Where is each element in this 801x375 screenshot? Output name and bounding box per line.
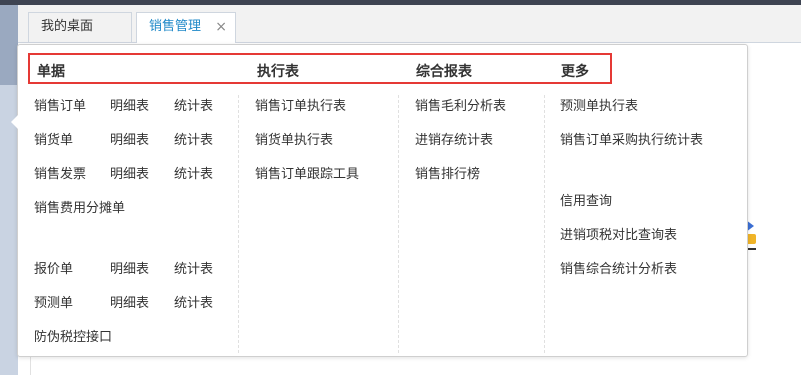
column-divider — [238, 95, 239, 353]
sales-dropdown-menu: 单据 执行表 综合报表 更多 销售订单 明细表 统计表 销货单 明细表 统计表 … — [11, 44, 748, 357]
menu-item-sales-order-execution[interactable]: 销售订单执行表 — [255, 95, 346, 114]
column-divider — [398, 95, 399, 353]
left-sidebar-strip — [0, 5, 18, 375]
menu-item-sales-order[interactable]: 销售订单 — [34, 95, 86, 114]
header-more: 更多 — [561, 64, 589, 80]
header-highlight-box — [28, 53, 612, 84]
menu-item-order-tracking-tool[interactable]: 销售订单跟踪工具 — [255, 163, 359, 182]
header-documents: 单据 — [37, 64, 65, 80]
column-divider — [544, 95, 545, 353]
menu-item-expense-allocation[interactable]: 销售费用分摊单 — [34, 197, 125, 216]
menu-item-sales-invoice[interactable]: 销售发票 — [34, 163, 86, 182]
menu-item-sales-invoice-stats[interactable]: 统计表 — [174, 163, 213, 182]
sidebar-dark-block — [0, 5, 18, 85]
menu-item-forecast-execution[interactable]: 预测单执行表 — [560, 95, 638, 114]
menu-item-sales-order-stats[interactable]: 统计表 — [174, 95, 213, 114]
header-reports: 综合报表 — [416, 64, 472, 80]
tab-bar: 我的桌面 销售管理 × — [18, 5, 801, 43]
tab-my-desktop[interactable]: 我的桌面 — [28, 12, 132, 42]
menu-item-tax-comparison[interactable]: 进销项税对比查询表 — [560, 224, 677, 243]
menu-item-delivery-execution[interactable]: 销货单执行表 — [255, 129, 333, 148]
menu-item-sales-delivery[interactable]: 销货单 — [34, 129, 73, 148]
tab-sales-management[interactable]: 销售管理 × — [136, 12, 236, 43]
menu-item-order-purchase-execution[interactable]: 销售订单采购执行统计表 — [560, 129, 703, 148]
tab-label: 销售管理 — [149, 19, 202, 34]
menu-item-sales-delivery-stats[interactable]: 统计表 — [174, 129, 213, 148]
menu-item-sales-order-detail[interactable]: 明细表 — [110, 95, 149, 114]
menu-item-forecast-stats[interactable]: 统计表 — [174, 292, 213, 311]
close-icon[interactable]: × — [215, 13, 227, 41]
menu-pointer-arrow — [11, 115, 18, 129]
menu-item-anti-counterfeit[interactable]: 防伪税控接口 — [34, 326, 112, 345]
header-execution: 执行表 — [257, 64, 299, 80]
menu-item-quotation[interactable]: 报价单 — [34, 258, 73, 277]
menu-item-sales-ranking[interactable]: 销售排行榜 — [415, 163, 480, 182]
menu-item-inventory-stats[interactable]: 进销存统计表 — [415, 129, 493, 148]
menu-item-quotation-stats[interactable]: 统计表 — [174, 258, 213, 277]
menu-item-quotation-detail[interactable]: 明细表 — [110, 258, 149, 277]
menu-item-forecast-detail[interactable]: 明细表 — [110, 292, 149, 311]
menu-item-gross-profit-analysis[interactable]: 销售毛利分析表 — [415, 95, 506, 114]
menu-item-credit-query[interactable]: 信用查询 — [560, 190, 612, 209]
menu-item-sales-delivery-detail[interactable]: 明细表 — [110, 129, 149, 148]
menu-item-sales-invoice-detail[interactable]: 明细表 — [110, 163, 149, 182]
menu-item-forecast[interactable]: 预测单 — [34, 292, 73, 311]
menu-item-sales-analysis[interactable]: 销售综合统计分析表 — [560, 258, 677, 277]
tab-label: 我的桌面 — [41, 19, 94, 34]
